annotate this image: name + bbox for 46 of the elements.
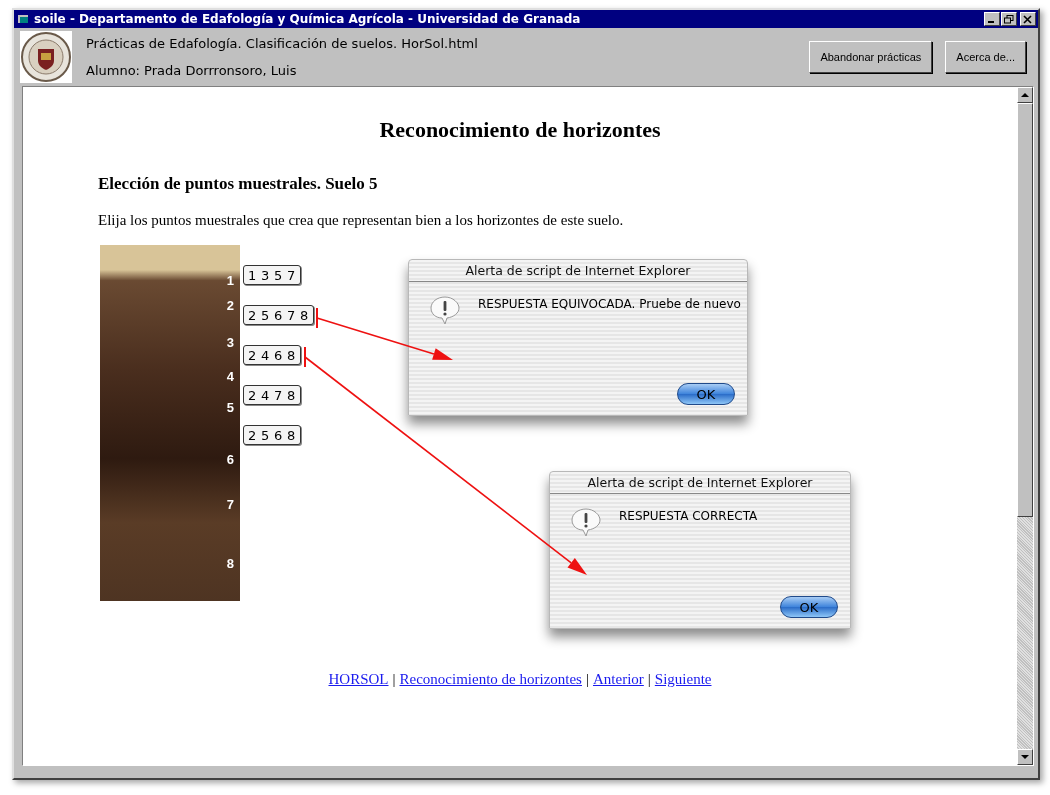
page-title: Reconocimiento de horizontes: [378, 117, 662, 143]
alert-message: RESPUESTA CORRECTA: [619, 509, 758, 523]
depth-label: 5: [226, 400, 234, 415]
depth-label: 4: [226, 369, 234, 384]
answer-option-button[interactable]: 2 4 6 8: [243, 345, 301, 365]
answer-option-button[interactable]: 1 3 5 7: [243, 265, 301, 285]
link-separator: |: [647, 671, 651, 688]
minimize-icon: [988, 21, 994, 23]
restore-icon: [1004, 14, 1014, 24]
dialog-title: Alerta de script de Internet Explorer: [550, 472, 850, 494]
dialog-title: Alerta de script de Internet Explorer: [409, 260, 747, 282]
link-separator: |: [585, 671, 589, 688]
ok-button[interactable]: OK: [677, 383, 735, 405]
alert-message: RESPUESTA EQUIVOCADA. Pruebe de nuevo: [478, 297, 741, 311]
close-button[interactable]: [1020, 12, 1036, 26]
university-seal-icon: [20, 31, 72, 83]
answer-option-button[interactable]: 2 5 6 8: [243, 425, 301, 445]
exclamation-speech-bubble-icon: [570, 508, 602, 538]
instruction-text: Elija los puntos muestrales que crea que representan bien a los horizontes de este suelo.: [98, 212, 625, 229]
scroll-down-icon[interactable]: [1017, 749, 1033, 765]
header-text: Alumno: Prada Dorrronsoro, Luis: [86, 63, 297, 78]
depth-label: 6: [226, 452, 234, 467]
minimize-button[interactable]: [984, 12, 1000, 26]
footer-link[interactable]: Reconocimiento de horizontes: [399, 671, 582, 688]
app-icon: [18, 14, 30, 24]
footer-link[interactable]: HORSOL: [328, 671, 389, 688]
depth-label: 3: [226, 335, 234, 350]
header-button[interactable]: Abandonar prácticas: [809, 41, 933, 73]
depth-label: 8: [226, 556, 234, 571]
scroll-up-icon[interactable]: [1017, 87, 1033, 103]
link-separator: |: [392, 671, 396, 688]
window-title: soile - Departamento de Edafología y Química Agrícola - Universidad de Granada: [34, 12, 582, 26]
ok-button[interactable]: OK: [780, 596, 838, 618]
depth-label: 2: [226, 298, 234, 313]
exclamation-speech-bubble-icon: [429, 296, 461, 326]
answer-option-button[interactable]: 2 4 7 8: [243, 385, 301, 405]
section-heading: Elección de puntos muestrales. Suelo 5: [98, 174, 379, 194]
depth-label: 7: [226, 497, 234, 512]
header-text: Prácticas de Edafología. Clasificación de suelos. HorSol.html: [86, 36, 478, 51]
close-icon: [1023, 14, 1033, 24]
footer-link[interactable]: Siguiente: [654, 671, 712, 688]
depth-label: 1: [226, 273, 234, 288]
header-button[interactable]: Acerca de...: [945, 41, 1026, 73]
footer-link[interactable]: Anterior: [593, 671, 644, 688]
answer-option-button[interactable]: 2 5 6 7 8: [243, 305, 314, 325]
restore-button[interactable]: [1001, 12, 1017, 26]
